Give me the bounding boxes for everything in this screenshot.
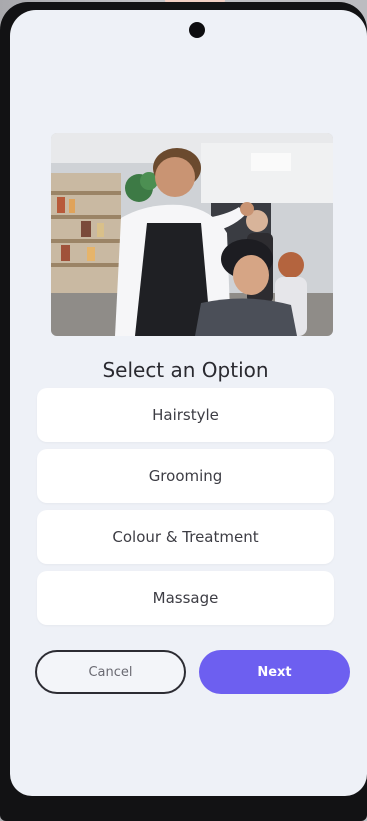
option-grooming[interactable]: Grooming bbox=[37, 449, 334, 503]
app-screen: Select an Option Hairstyle Grooming Colo… bbox=[10, 10, 367, 796]
front-camera bbox=[189, 22, 205, 38]
next-button[interactable]: Next bbox=[199, 650, 350, 694]
option-massage[interactable]: Massage bbox=[37, 571, 334, 625]
option-colour-treatment[interactable]: Colour & Treatment bbox=[37, 510, 334, 564]
cancel-button[interactable]: Cancel bbox=[35, 650, 186, 694]
phone-frame: Select an Option Hairstyle Grooming Colo… bbox=[0, 2, 367, 821]
hero-image bbox=[51, 133, 333, 336]
backdrop: Select an Option Hairstyle Grooming Colo… bbox=[0, 0, 367, 821]
option-hairstyle[interactable]: Hairstyle bbox=[37, 388, 334, 442]
page-title: Select an Option bbox=[102, 358, 269, 382]
